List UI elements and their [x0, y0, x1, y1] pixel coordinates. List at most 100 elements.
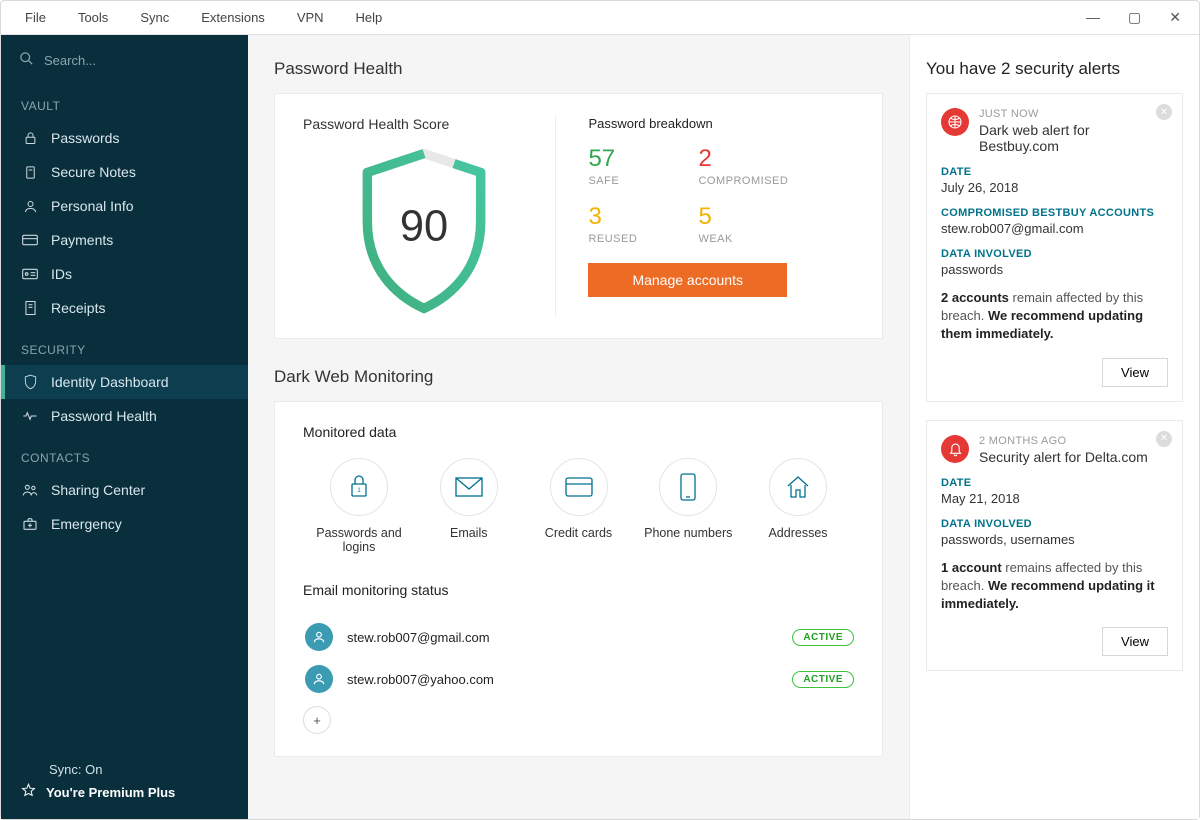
web-alert-icon [941, 108, 969, 136]
menu-extensions[interactable]: Extensions [185, 10, 281, 25]
email-monitoring-label: Email monitoring status [303, 582, 854, 598]
monitored-passwords[interactable]: 1 Passwords and logins [309, 458, 409, 554]
maximize-icon[interactable]: ▢ [1128, 9, 1141, 26]
view-alert-button[interactable]: View [1102, 627, 1168, 656]
monitored-phone[interactable]: Phone numbers [638, 458, 738, 554]
reused-label: REUSED [588, 233, 678, 245]
creditcard-icon [550, 458, 608, 516]
minimize-icon[interactable]: ― [1086, 9, 1100, 26]
shield-icon [21, 374, 39, 390]
sidebar: VAULT Passwords Secure Notes Personal In… [1, 35, 248, 819]
alert-description: 2 accounts remain affected by this breac… [941, 289, 1168, 344]
weak-value: 5 [698, 203, 818, 231]
view-alert-button[interactable]: View [1102, 358, 1168, 387]
sidebar-item-label: Emergency [51, 516, 122, 532]
monitored-email-address: stew.rob007@yahoo.com [347, 672, 494, 687]
search-input[interactable] [44, 53, 230, 68]
alert-card-1: ✕ 2 MONTHS AGO Security alert for Delta.… [926, 420, 1183, 672]
weak-label: WEAK [698, 233, 818, 245]
dismiss-alert-button[interactable]: ✕ [1156, 431, 1172, 447]
monitored-data-label: Monitored data [303, 424, 854, 440]
password-health-card: Password Health Score 90 [274, 93, 883, 339]
window-controls: ― ▢ ✕ [1086, 9, 1191, 26]
plan-status: You're Premium Plus [21, 783, 228, 801]
menu-help[interactable]: Help [340, 10, 399, 25]
menu-file[interactable]: File [9, 10, 62, 25]
add-email-button[interactable]: + [303, 706, 331, 734]
search-icon [19, 51, 34, 69]
safe-label: SAFE [588, 175, 678, 187]
sidebar-item-emergency[interactable]: Emergency [1, 507, 248, 541]
envelope-icon [440, 458, 498, 516]
breakdown-weak: 5 WEAK [698, 203, 818, 245]
score-label: Password Health Score [303, 116, 545, 132]
avatar-icon [305, 665, 333, 693]
score-value: 90 [400, 202, 448, 250]
section-label-contacts: CONTACTS [1, 433, 248, 473]
monitored-item-label: Addresses [768, 526, 827, 540]
sidebar-item-secure-notes[interactable]: Secure Notes [1, 155, 248, 189]
sidebar-item-password-health[interactable]: Password Health [1, 399, 248, 433]
sidebar-item-label: Payments [51, 232, 113, 248]
sidebar-item-personal-info[interactable]: Personal Info [1, 189, 248, 223]
sidebar-item-receipts[interactable]: Receipts [1, 291, 248, 325]
alerts-panel: You have 2 security alerts ✕ JUST NOW Da… [909, 35, 1199, 819]
alert-title: Dark web alert for Bestbuy.com [979, 122, 1168, 154]
dark-web-heading: Dark Web Monitoring [274, 367, 883, 387]
menu-vpn[interactable]: VPN [281, 10, 340, 25]
sidebar-item-label: Receipts [51, 300, 105, 316]
breakdown-label: Password breakdown [588, 116, 854, 131]
alert-date-label: DATE [941, 166, 1168, 178]
monitored-item-label: Credit cards [545, 526, 612, 540]
safe-value: 57 [588, 145, 678, 173]
sync-status: Sync: On [21, 762, 228, 777]
status-pill: ACTIVE [792, 629, 854, 646]
sidebar-item-passwords[interactable]: Passwords [1, 121, 248, 155]
star-icon [21, 783, 36, 801]
card-icon [21, 234, 39, 246]
section-label-security: SECURITY [1, 325, 248, 365]
dismiss-alert-button[interactable]: ✕ [1156, 104, 1172, 120]
alert-data-label: DATA INVOLVED [941, 248, 1168, 260]
id-icon [21, 268, 39, 280]
monitored-email-address: stew.rob007@gmail.com [347, 630, 490, 645]
alert-date-label: DATE [941, 477, 1168, 489]
main-content: Password Health Password Health Score [248, 35, 909, 819]
sidebar-item-ids[interactable]: IDs [1, 257, 248, 291]
monitored-addresses[interactable]: Addresses [748, 458, 848, 554]
lock-circle-icon: 1 [330, 458, 388, 516]
svg-text:1: 1 [357, 488, 361, 494]
compromised-value: 2 [698, 145, 818, 173]
sidebar-item-payments[interactable]: Payments [1, 223, 248, 257]
people-icon [21, 483, 39, 497]
alert-card-0: ✕ JUST NOW Dark web alert for Bestbuy.co… [926, 93, 1183, 402]
alert-data: passwords, usernames [941, 532, 1168, 547]
manage-accounts-button[interactable]: Manage accounts [588, 263, 787, 297]
email-row-1: stew.rob007@yahoo.com ACTIVE [303, 658, 854, 700]
lock-icon [21, 131, 39, 146]
close-icon[interactable]: ✕ [1169, 9, 1181, 26]
search-row [1, 35, 248, 81]
sidebar-item-label: Password Health [51, 408, 157, 424]
phone-icon [659, 458, 717, 516]
sidebar-item-label: Personal Info [51, 198, 134, 214]
monitored-credit-cards[interactable]: Credit cards [529, 458, 629, 554]
sidebar-item-identity-dashboard[interactable]: Identity Dashboard [1, 365, 248, 399]
sidebar-item-label: Identity Dashboard [51, 374, 169, 390]
plan-label: You're Premium Plus [46, 785, 175, 800]
monitored-emails[interactable]: Emails [419, 458, 519, 554]
menubar: File Tools Sync Extensions VPN Help ― ▢ … [1, 1, 1199, 35]
menu-sync[interactable]: Sync [124, 10, 185, 25]
dark-web-card: Monitored data 1 Passwords and logins Em… [274, 401, 883, 757]
alert-accounts-label: COMPROMISED BESTBUY ACCOUNTS [941, 207, 1168, 219]
breakdown-safe: 57 SAFE [588, 145, 678, 187]
pulse-icon [21, 410, 39, 422]
monitored-item-label: Emails [450, 526, 488, 540]
status-pill: ACTIVE [792, 671, 854, 688]
sidebar-item-sharing-center[interactable]: Sharing Center [1, 473, 248, 507]
menu-tools[interactable]: Tools [62, 10, 124, 25]
section-label-vault: VAULT [1, 81, 248, 121]
breakdown-reused: 3 REUSED [588, 203, 678, 245]
health-shield: 90 [303, 146, 545, 316]
sidebar-item-label: IDs [51, 266, 72, 282]
